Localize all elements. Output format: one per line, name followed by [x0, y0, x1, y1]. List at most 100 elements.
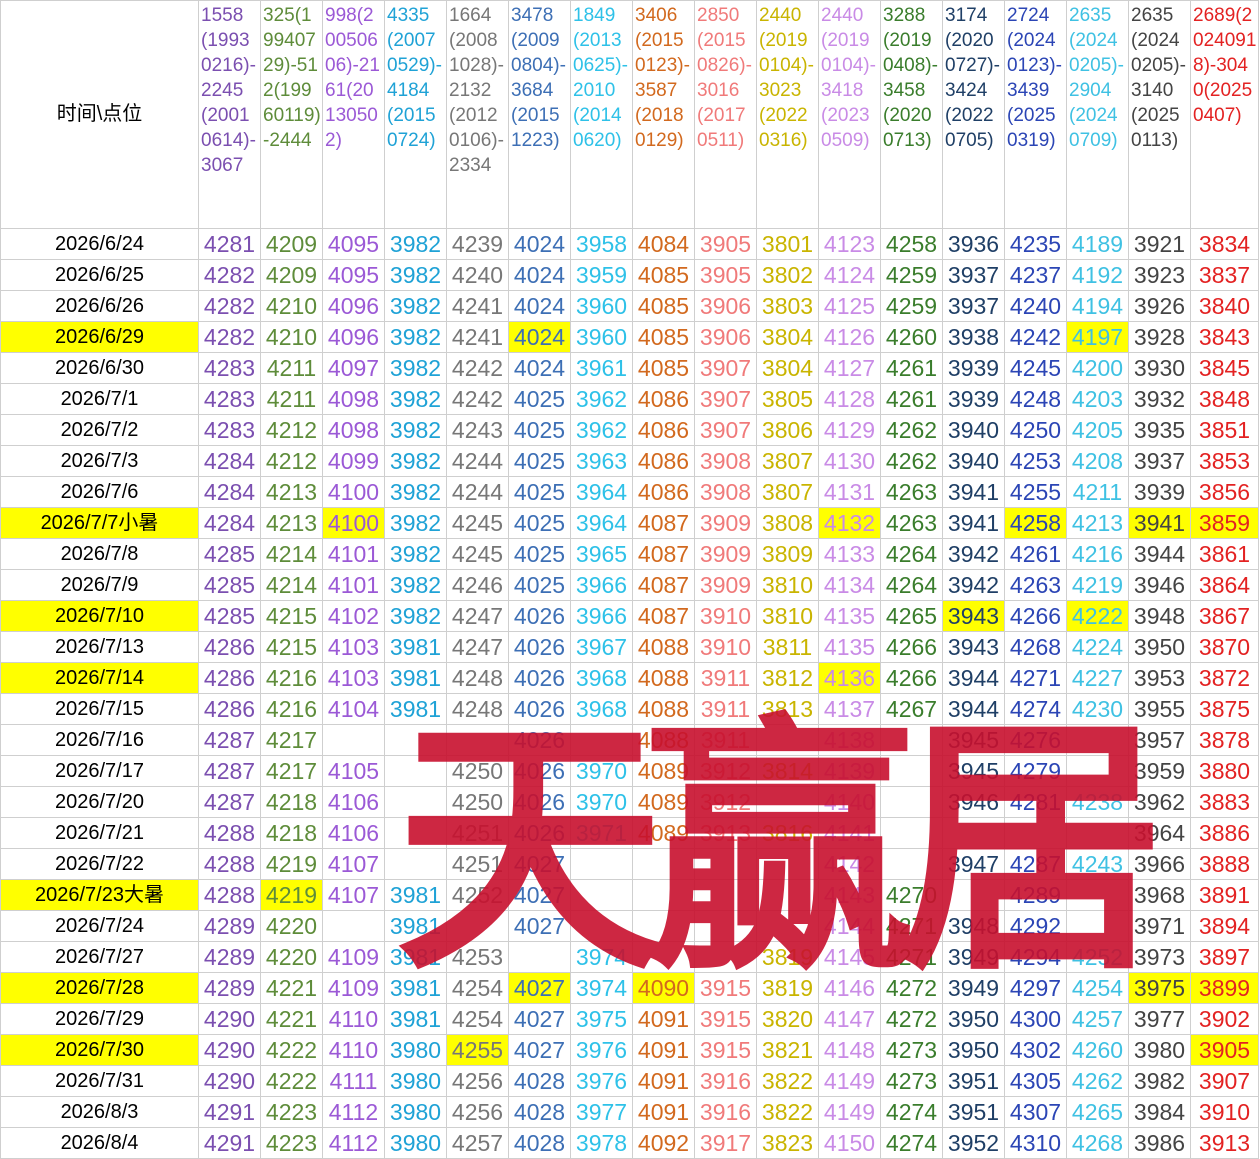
level-cell: 4089 [632, 817, 695, 849]
level-cell: 4126 [818, 321, 881, 353]
level-cell: 3867 [1190, 600, 1259, 632]
level-cell: 4101 [322, 569, 385, 601]
level-cell: 4110 [322, 1003, 385, 1035]
level-cell: 4248 [446, 693, 509, 725]
level-cell: 3951 [942, 1096, 1005, 1128]
level-cell: 3848 [1190, 383, 1259, 415]
column-header: 3478(20090804)-3684(20151223) [508, 0, 571, 229]
level-cell: 3982 [384, 383, 447, 415]
level-cell: 4098 [322, 414, 385, 446]
level-cell [880, 724, 943, 756]
level-cell: 4211 [260, 352, 323, 384]
level-cell: 4095 [322, 259, 385, 291]
level-cell [1066, 724, 1129, 756]
level-cell: 4132 [818, 507, 881, 539]
level-cell [384, 724, 447, 756]
date-cell: 2026/7/28 [0, 972, 199, 1004]
level-cell: 4222 [260, 1034, 323, 1066]
level-cell: 3974 [570, 941, 633, 973]
level-cell: 3840 [1190, 290, 1259, 322]
level-cell: 4123 [818, 228, 881, 260]
level-cell: 4287 [198, 724, 261, 756]
date-cell: 2026/7/8 [0, 538, 199, 570]
date-cell: 2026/7/13 [0, 631, 199, 663]
level-cell: 4026 [508, 786, 571, 818]
level-cell: 4283 [198, 414, 261, 446]
level-cell: 4027 [508, 879, 571, 911]
level-cell: 3981 [384, 879, 447, 911]
date-cell: 2026/7/2 [0, 414, 199, 446]
level-cell: 4086 [632, 476, 695, 508]
level-cell: 4268 [1004, 631, 1067, 663]
level-cell: 3930 [1128, 352, 1191, 384]
level-cell: 4250 [1004, 414, 1067, 446]
level-cell: 4101 [322, 538, 385, 570]
level-cell: 4203 [1066, 383, 1129, 415]
level-cell: 4254 [446, 972, 509, 1004]
level-cell: 4028 [508, 1096, 571, 1128]
level-cell: 3975 [570, 1003, 633, 1035]
level-cell: 3814 [756, 755, 819, 787]
level-cell: 4302 [1004, 1034, 1067, 1066]
level-cell: 4217 [260, 755, 323, 787]
level-cell: 4145 [818, 941, 881, 973]
level-cell: 4212 [260, 414, 323, 446]
table-row: 2026/7/29 4290 4221 4110 3981 4254 4027 3975 409… [0, 1003, 1259, 1035]
level-cell: 3843 [1190, 321, 1259, 353]
level-cell: 3943 [942, 631, 1005, 663]
level-cell: 4134 [818, 569, 881, 601]
column-header: 2635(20240205)-3140(20250113) [1128, 0, 1191, 229]
level-cell: 4253 [446, 941, 509, 973]
level-cell: 4024 [508, 352, 571, 384]
level-cell: 4087 [632, 507, 695, 539]
level-cell: 4138 [818, 724, 881, 756]
level-cell [694, 848, 757, 880]
level-cell: 3802 [756, 259, 819, 291]
level-cell: 4189 [1066, 228, 1129, 260]
level-cell: 4221 [260, 972, 323, 1004]
level-cell: 4024 [508, 228, 571, 260]
level-cell: 3974 [570, 972, 633, 1004]
level-cell: 3984 [1128, 1096, 1191, 1128]
level-cell: 4213 [260, 476, 323, 508]
table-row: 2026/7/17 4287 4217 4105 4250 4026 3970 4089 391… [0, 755, 1259, 787]
date-cell: 2026/7/22 [0, 848, 199, 880]
level-cell [694, 941, 757, 973]
level-cell: 4289 [198, 910, 261, 942]
level-cell: 4025 [508, 569, 571, 601]
level-cell: 4087 [632, 569, 695, 601]
level-cell: 3856 [1190, 476, 1259, 508]
level-cell [384, 786, 447, 818]
table-row: 2026/7/7小暑 4284 4213 4100 3982 4245 4025 3964 40… [0, 507, 1259, 539]
level-cell: 3944 [942, 693, 1005, 725]
level-cell: 4091 [632, 1096, 695, 1128]
level-cell: 4252 [446, 879, 509, 911]
level-cell: 4135 [818, 600, 881, 632]
level-cell: 4285 [198, 569, 261, 601]
level-cell [694, 879, 757, 911]
level-cell: 4192 [1066, 259, 1129, 291]
level-cell: 4250 [446, 786, 509, 818]
level-cell: 4026 [508, 600, 571, 632]
level-cell: 4256 [446, 1096, 509, 1128]
level-cell: 4266 [880, 662, 943, 694]
level-cell: 3970 [570, 755, 633, 787]
level-cell: 3945 [942, 724, 1005, 756]
level-cell: 4215 [260, 631, 323, 663]
level-cell: 4238 [1066, 786, 1129, 818]
level-cell: 4243 [1066, 848, 1129, 880]
level-cell: 4089 [632, 786, 695, 818]
level-cell: 4267 [880, 693, 943, 725]
level-cell: 3936 [942, 228, 1005, 260]
level-cell: 4262 [1066, 1065, 1129, 1097]
level-cell: 3964 [570, 476, 633, 508]
level-cell: 3982 [384, 569, 447, 601]
level-cell: 3822 [756, 1065, 819, 1097]
level-cell [756, 910, 819, 942]
table-row: 2026/7/24 4289 4220 3981 4027 4144 4271 3948 429… [0, 910, 1259, 942]
level-cell: 4026 [508, 817, 571, 849]
level-cell: 4213 [260, 507, 323, 539]
level-cell: 4294 [1004, 941, 1067, 973]
level-cell: 4100 [322, 507, 385, 539]
level-cell: 3962 [570, 383, 633, 415]
